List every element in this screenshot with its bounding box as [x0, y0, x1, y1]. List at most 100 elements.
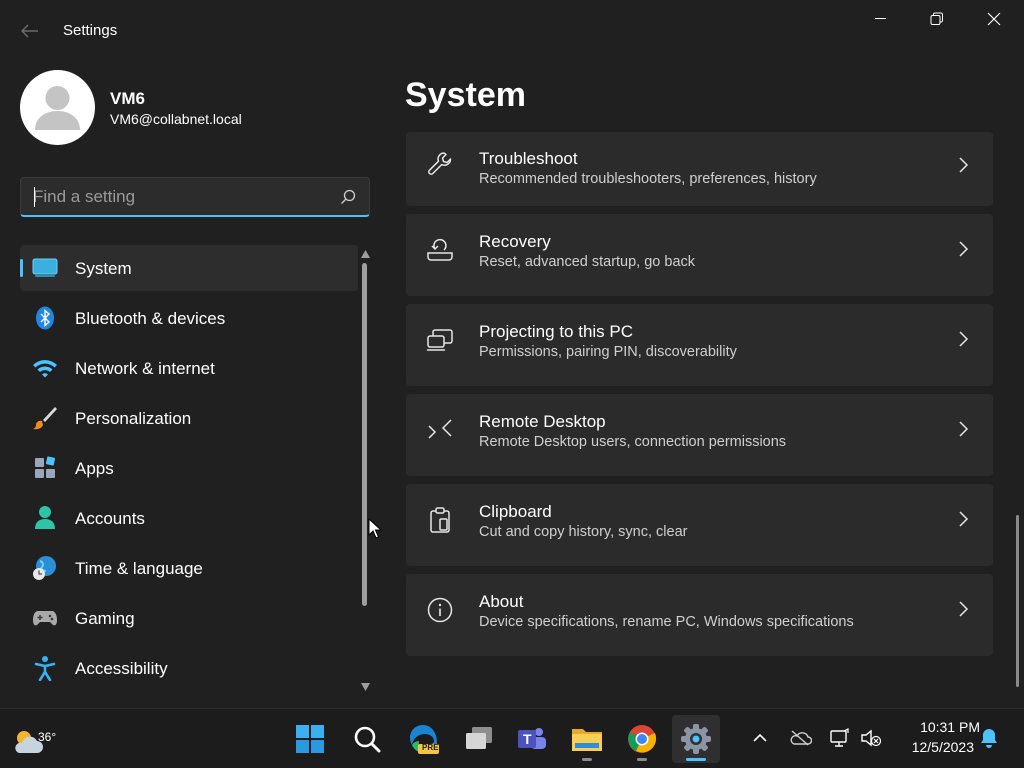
- notification-bell-icon: [981, 729, 997, 748]
- minimize-icon: [875, 18, 886, 19]
- sidebar-item-label: Apps: [75, 459, 114, 478]
- sidebar-item-apps[interactable]: Apps: [20, 445, 358, 491]
- weather-widget[interactable]: 36°: [10, 719, 56, 759]
- clipboard-icon: [426, 506, 454, 534]
- tray-network[interactable]: [827, 725, 853, 751]
- scroll-up-arrow-icon[interactable]: [360, 249, 371, 259]
- sidebar-item-label: Personalization: [75, 409, 192, 428]
- taskbar-file-explorer[interactable]: [563, 715, 611, 763]
- restore-button[interactable]: [909, 2, 965, 36]
- page-title: System: [405, 76, 526, 114]
- search-icon: [354, 726, 381, 753]
- taskbar-edge-pre[interactable]: PRE: [399, 715, 447, 763]
- sidebar-scrollbar-thumb[interactable]: [362, 263, 367, 606]
- chevron-right-icon: [959, 241, 969, 257]
- brush-icon: [32, 406, 58, 430]
- chevron-right-icon: [959, 421, 969, 437]
- taskbar-settings[interactable]: [672, 715, 720, 763]
- settings-card-recovery[interactable]: Recovery Reset, advanced startup, go bac…: [406, 214, 993, 296]
- taskbar: 36° PRE T 10:31 PM 12/5/2023: [0, 708, 1024, 768]
- taskbar-chrome[interactable]: [618, 715, 666, 763]
- chevron-right-icon: [959, 601, 969, 617]
- taskbar-task-view[interactable]: [455, 715, 503, 763]
- running-indicator: [582, 758, 592, 761]
- edge-pre-badge: PRE: [422, 743, 439, 752]
- sidebar-item-accounts[interactable]: Accounts: [20, 495, 358, 541]
- user-avatar-icon: [35, 86, 80, 130]
- sidebar-item-label: Accessibility: [75, 659, 168, 678]
- mouse-cursor-icon: [368, 518, 382, 539]
- card-title: Projecting to this PC: [479, 322, 634, 341]
- title-bar: Settings: [0, 0, 1024, 60]
- speaker-muted-icon: [861, 729, 882, 747]
- sidebar-item-label: Time & language: [75, 559, 203, 578]
- scroll-down-arrow-icon[interactable]: [360, 682, 371, 692]
- tray-notifications[interactable]: [976, 725, 1002, 751]
- user-name: VM6: [110, 89, 145, 108]
- system-icon: [32, 256, 58, 280]
- sidebar-item-bluetooth[interactable]: Bluetooth & devices: [20, 295, 358, 341]
- search-input[interactable]: [33, 185, 323, 209]
- sidebar-item-label: Network & internet: [75, 359, 215, 378]
- tray-onedrive[interactable]: [787, 725, 813, 751]
- tray-overflow-button[interactable]: [747, 725, 773, 751]
- chevron-right-icon: [959, 331, 969, 347]
- globe-clock-icon: [32, 556, 58, 580]
- sidebar-item-system[interactable]: System: [20, 245, 358, 291]
- sidebar-item-personalization[interactable]: Personalization: [20, 395, 358, 441]
- info-icon: [426, 596, 454, 624]
- card-description: Permissions, pairing PIN, discoverabilit…: [479, 344, 737, 360]
- content-scrollbar-thumb[interactable]: [1016, 515, 1019, 687]
- card-title: Remote Desktop: [479, 412, 606, 431]
- bluetooth-icon: [32, 306, 58, 330]
- card-title: Recovery: [479, 232, 551, 251]
- search-icon[interactable]: [339, 188, 357, 206]
- card-description: Cut and copy history, sync, clear: [479, 524, 688, 540]
- card-description: Reset, advanced startup, go back: [479, 254, 696, 270]
- settings-card-clipboard[interactable]: Clipboard Cut and copy history, sync, cl…: [406, 484, 993, 566]
- settings-card-projecting[interactable]: Projecting to this PC Permissions, pairi…: [406, 304, 993, 386]
- settings-card-troubleshoot[interactable]: Troubleshoot Recommended troubleshooters…: [406, 132, 993, 206]
- app-title: Settings: [63, 22, 118, 39]
- search-box[interactable]: [20, 177, 370, 217]
- card-description: Device specifications, rename PC, Window…: [479, 614, 854, 630]
- chrome-icon: [628, 725, 657, 753]
- restore-icon: [930, 12, 943, 25]
- teams-icon: [518, 728, 546, 749]
- sidebar-item-network[interactable]: Network & internet: [20, 345, 358, 391]
- folder-icon: [572, 729, 602, 751]
- minimize-button[interactable]: [853, 2, 909, 36]
- sidebar-item-accessibility[interactable]: Accessibility: [20, 645, 358, 691]
- projecting-icon: [426, 326, 454, 354]
- sidebar-item-time-language[interactable]: Time & language: [20, 545, 358, 591]
- card-description: Remote Desktop users, connection permiss…: [479, 434, 787, 450]
- settings-card-remote-desktop[interactable]: Remote Desktop Remote Desktop users, con…: [406, 394, 993, 476]
- taskbar-search-button[interactable]: [343, 715, 391, 763]
- sidebar-nav: System Bluetooth & devices Network & int…: [20, 245, 360, 695]
- clock-date[interactable]: 12/5/2023: [896, 739, 974, 755]
- avatar[interactable]: [20, 70, 95, 145]
- active-app-indicator: [686, 758, 706, 761]
- network-icon: [830, 728, 849, 747]
- close-button[interactable]: [966, 2, 1022, 36]
- accessibility-icon: [32, 656, 58, 681]
- apps-icon: [32, 456, 58, 480]
- task-view-icon: [466, 727, 492, 749]
- gear-icon: [681, 724, 711, 754]
- sidebar-item-gaming[interactable]: Gaming: [20, 595, 358, 641]
- back-arrow-icon: [21, 24, 38, 38]
- weather-temperature: 36°: [38, 730, 57, 744]
- card-title: Clipboard: [479, 502, 552, 521]
- sidebar-item-label: Accounts: [75, 509, 145, 528]
- tray-volume[interactable]: [858, 725, 884, 751]
- clock-time[interactable]: 10:31 PM: [896, 719, 980, 735]
- taskbar-start-button[interactable]: [286, 715, 334, 763]
- settings-card-about[interactable]: About Device specifications, rename PC, …: [406, 574, 993, 656]
- back-button[interactable]: [14, 16, 46, 46]
- sidebar-item-label: Gaming: [75, 609, 135, 628]
- remote-desktop-icon: [426, 416, 454, 444]
- sidebar-item-label: Bluetooth & devices: [75, 309, 226, 328]
- taskbar-teams[interactable]: T: [508, 715, 556, 763]
- onedrive-icon: [790, 730, 812, 746]
- teams-letter: T: [523, 731, 532, 747]
